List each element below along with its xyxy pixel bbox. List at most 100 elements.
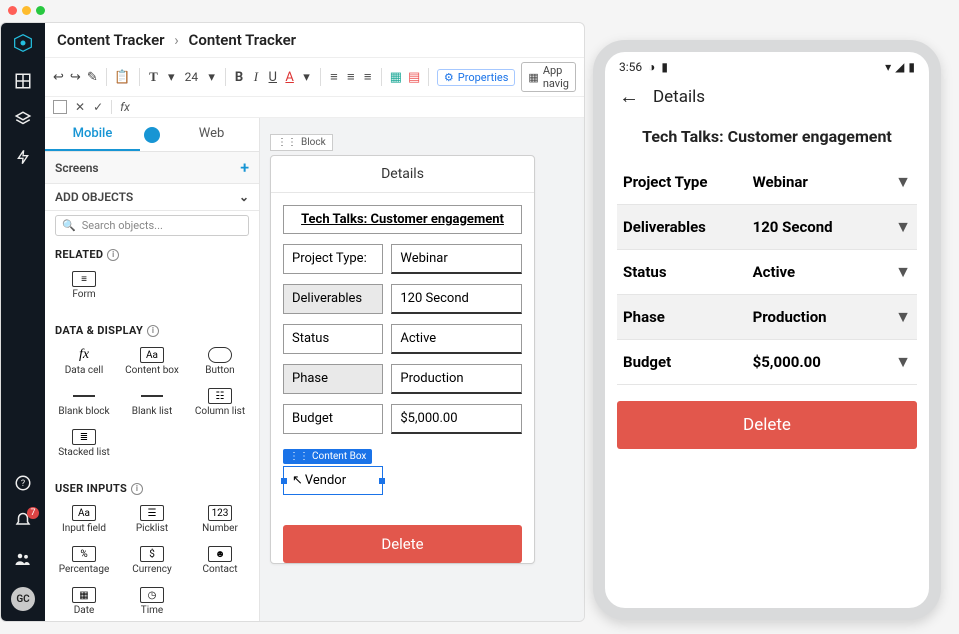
chevron-down-icon[interactable]: ▼ — [895, 217, 911, 237]
tab-mobile[interactable]: Mobile — [45, 118, 140, 151]
avatar-badge[interactable]: GC — [11, 587, 35, 611]
phone-field-row[interactable]: Project Type Webinar ▼ — [617, 160, 917, 205]
selected-content-box[interactable]: ↖Vendor — [283, 466, 383, 495]
font-size-value[interactable]: 24 — [183, 70, 201, 84]
object-picklist[interactable]: ☰Picklist — [119, 501, 185, 538]
object-number[interactable]: 123Number — [187, 501, 253, 538]
object-time[interactable]: ◷Time — [119, 583, 185, 620]
notification-bell-icon[interactable] — [13, 511, 33, 531]
phone-field-row[interactable]: Status Active ▼ — [617, 250, 917, 295]
text-style-button[interactable]: T — [147, 69, 160, 85]
object-stacked-list[interactable]: ≣Stacked list — [51, 425, 117, 462]
phone-field-row[interactable]: Phase Production ▼ — [617, 295, 917, 340]
breadcrumb-page[interactable]: Content Tracker — [189, 31, 297, 49]
field-label[interactable]: Phase — [283, 364, 383, 394]
tab-web[interactable]: Web — [164, 118, 259, 151]
object-percentage[interactable]: %Percentage — [51, 542, 117, 579]
rows-icon[interactable]: ▤ — [408, 70, 420, 85]
bolt-icon[interactable] — [13, 147, 33, 167]
field-value[interactable]: $5,000.00 — [391, 404, 522, 434]
object-blank-list[interactable]: Blank list — [119, 384, 185, 421]
paint-icon[interactable]: ✎ — [87, 70, 98, 85]
back-arrow-icon[interactable]: ← — [619, 84, 639, 109]
object-input-field[interactable]: AaInput field — [51, 501, 117, 538]
phone-field-row[interactable]: Deliverables 120 Second ▼ — [617, 205, 917, 250]
layers-icon[interactable] — [13, 109, 33, 129]
field-row[interactable]: Status Active — [283, 324, 522, 354]
field-value[interactable]: Webinar — [391, 244, 522, 274]
field-value[interactable]: 120 Second — [391, 284, 522, 314]
cell-ref-box[interactable] — [53, 100, 67, 114]
confirm-formula-icon[interactable]: ✓ — [93, 100, 103, 114]
canvas[interactable]: ⋮⋮ Block Details Tech Talks: Customer en… — [260, 118, 584, 621]
people-icon[interactable] — [13, 549, 33, 569]
delete-button[interactable]: Delete — [283, 525, 522, 563]
object-currency[interactable]: $Currency — [119, 542, 185, 579]
cursor-icon: ↖ — [292, 473, 303, 488]
chevron-down-icon[interactable]: ▼ — [895, 172, 911, 192]
add-objects-header[interactable]: ADD OBJECTS ⌄ — [45, 184, 259, 211]
field-label[interactable]: Deliverables — [283, 284, 383, 314]
field-row[interactable]: Deliverables 120 Second — [283, 284, 522, 314]
content-box-tag[interactable]: ⋮⋮ Content Box — [283, 449, 372, 464]
field-row[interactable]: Project Type: Webinar — [283, 244, 522, 274]
align-center-icon[interactable]: ≡ — [345, 69, 356, 85]
chevron-down-icon[interactable]: ▼ — [895, 307, 911, 327]
font-size-down-icon[interactable]: ▾ — [166, 70, 177, 85]
help-icon[interactable]: ? — [13, 473, 33, 493]
logo-icon[interactable] — [13, 33, 33, 53]
underline-button[interactable]: U — [267, 70, 278, 85]
object-button[interactable]: Button — [187, 343, 253, 380]
chevron-down-icon[interactable]: ▼ — [895, 352, 911, 372]
field-label[interactable]: Project Type: — [283, 244, 383, 274]
field-row[interactable]: Budget $5,000.00 — [283, 404, 522, 434]
search-row: 🔍 Search objects... — [45, 211, 259, 240]
field-value[interactable]: Active — [391, 324, 522, 354]
object-content-box[interactable]: AaContent box — [119, 343, 185, 380]
phone-delete-button[interactable]: Delete — [617, 401, 917, 449]
redo-icon[interactable]: ↪ — [70, 70, 81, 85]
phone-field-row[interactable]: Budget $5,000.00 ▼ — [617, 340, 917, 385]
field-label[interactable]: Status — [283, 324, 383, 354]
search-icon: 🔍 — [62, 219, 76, 232]
formula-bar: ✕ ✓ fx — [45, 97, 584, 118]
object-form[interactable]: ≡ Form — [51, 267, 117, 304]
object-data-cell[interactable]: fxData cell — [51, 343, 117, 380]
undo-icon[interactable]: ↩ — [53, 70, 64, 85]
record-title[interactable]: Tech Talks: Customer engagement — [283, 205, 522, 234]
breadcrumb-app[interactable]: Content Tracker — [57, 31, 165, 49]
fill-color-icon[interactable]: ▾ — [301, 70, 312, 85]
align-left-icon[interactable]: ≡ — [329, 69, 340, 85]
object-column-list[interactable]: ☷Column list — [187, 384, 253, 421]
object-blank-block[interactable]: Blank block — [51, 384, 117, 421]
clipboard-icon[interactable]: 📋 — [114, 70, 130, 85]
columns-icon[interactable]: ▦ — [390, 70, 402, 85]
blank-block-icon — [72, 388, 96, 404]
chevron-down-icon[interactable]: ▼ — [895, 262, 911, 282]
phone-preview: 3:56 ◑ ▮ ▾ ◢ ▮ ← Details Tech Talks: Cus… — [593, 40, 941, 620]
text-color-button[interactable]: A — [284, 70, 295, 85]
object-contact[interactable]: ☻Contact — [187, 542, 253, 579]
field-row[interactable]: Phase Production — [283, 364, 522, 394]
drag-handle-icon[interactable]: ⋮⋮ — [289, 451, 309, 462]
related-heading: RELATEDi — [45, 240, 259, 265]
field-value[interactable]: Production — [391, 364, 522, 394]
italic-button[interactable]: I — [250, 69, 261, 85]
search-input[interactable]: 🔍 Search objects... — [55, 215, 249, 236]
object-date[interactable]: ▦Date — [51, 583, 117, 620]
font-size-up-icon[interactable]: ▾ — [206, 70, 217, 85]
properties-button[interactable]: ⚙ Properties — [437, 69, 516, 86]
drag-handle-icon[interactable]: ⋮⋮ — [277, 137, 297, 148]
fx-icon[interactable]: fx — [120, 100, 130, 114]
details-card[interactable]: Details Tech Talks: Customer engagement … — [270, 155, 535, 564]
add-screen-icon[interactable]: + — [240, 158, 249, 177]
screens-header[interactable]: Screens + — [45, 152, 259, 184]
app-navigation-button[interactable]: ▦ App navig — [521, 62, 576, 92]
gear-icon: ⚙ — [444, 71, 454, 84]
bold-button[interactable]: B — [234, 70, 245, 85]
field-label[interactable]: Budget — [283, 404, 383, 434]
block-tag[interactable]: ⋮⋮ Block — [270, 134, 333, 151]
grid-icon[interactable] — [13, 71, 33, 91]
align-right-icon[interactable]: ≡ — [362, 69, 373, 85]
cancel-formula-icon[interactable]: ✕ — [75, 100, 85, 114]
